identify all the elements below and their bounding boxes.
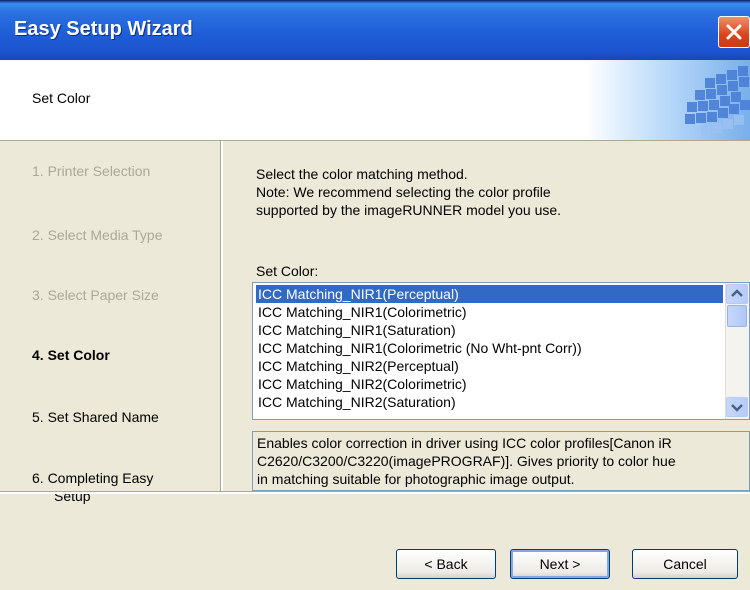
description-line-1: Enables color correction in driver using…	[257, 435, 672, 451]
scroll-thumb[interactable]	[727, 305, 747, 327]
set-color-listbox[interactable]: ICC Matching_NIR1(Perceptual) ICC Matchi…	[252, 282, 750, 420]
instruction-line-1: Select the color matching method.	[256, 166, 468, 182]
wizard-header: Set Color	[0, 60, 750, 141]
back-button[interactable]: < Back	[396, 549, 496, 579]
chevron-down-icon	[731, 404, 743, 412]
chevron-up-icon	[731, 289, 743, 297]
step-set-shared-name: 5. Set Shared Name	[32, 409, 159, 425]
list-item-nir2-saturation[interactable]: ICC Matching_NIR2(Saturation)	[256, 393, 723, 411]
step-completing-setup-line2: Setup	[54, 488, 91, 504]
scroll-down-button[interactable]	[726, 397, 748, 417]
bottom-divider	[0, 491, 750, 494]
list-scrollbar[interactable]	[725, 283, 749, 419]
step-printer-selection: 1. Printer Selection	[32, 163, 151, 179]
description-line-2: C2620/C3200/C3220(imagePROGRAF)]. Gives …	[257, 453, 676, 469]
title-bar[interactable]: Easy Setup Wizard	[0, 0, 750, 60]
step-completing-setup-line1: 6. Completing Easy	[32, 470, 154, 486]
list-item-nir1-perceptual[interactable]: ICC Matching_NIR1(Perceptual)	[256, 285, 723, 303]
step-select-media-type: 2. Select Media Type	[32, 227, 163, 243]
description-line-3: in matching suitable for photographic im…	[257, 471, 575, 487]
next-button[interactable]: Next >	[510, 549, 610, 579]
window-title: Easy Setup Wizard	[14, 18, 193, 40]
color-description: Enables color correction in driver using…	[252, 431, 750, 491]
instruction-line-2: Note: We recommend selecting the color p…	[256, 184, 551, 200]
scroll-up-button[interactable]	[726, 284, 748, 304]
set-color-label: Set Color:	[256, 263, 319, 279]
instructions: Select the color matching method. Note: …	[256, 165, 561, 219]
cancel-button[interactable]: Cancel	[632, 549, 738, 579]
step-completing-setup: 6. Completing Easy Setup	[32, 469, 153, 505]
list-item-nir2-perceptual[interactable]: ICC Matching_NIR2(Perceptual)	[256, 357, 723, 375]
list-item-nir1-colorimetric-no-wht[interactable]: ICC Matching_NIR1(Colorimetric (No Wht-p…	[256, 339, 723, 357]
close-button[interactable]	[718, 16, 750, 48]
step-select-paper-size: 3. Select Paper Size	[32, 287, 159, 303]
list-item-nir1-saturation[interactable]: ICC Matching_NIR1(Saturation)	[256, 321, 723, 339]
instruction-line-3: supported by the imageRUNNER model you u…	[256, 202, 562, 218]
page-title: Set Color	[32, 90, 91, 106]
step-set-color: 4. Set Color	[32, 347, 110, 363]
list-item-nir1-colorimetric[interactable]: ICC Matching_NIR1(Colorimetric)	[256, 303, 723, 321]
header-graphic	[585, 60, 750, 140]
main-content: Select the color matching method. Note: …	[222, 141, 750, 491]
printer-cubes-icon	[685, 66, 750, 135]
close-icon	[726, 24, 742, 40]
wizard-steps: 1. Printer Selection 2. Select Media Typ…	[0, 141, 220, 504]
setup-wizard-window: Easy Setup Wizard Set Color 1. Printer S…	[0, 0, 750, 590]
list-item-nir2-colorimetric[interactable]: ICC Matching_NIR2(Colorimetric)	[256, 375, 723, 393]
